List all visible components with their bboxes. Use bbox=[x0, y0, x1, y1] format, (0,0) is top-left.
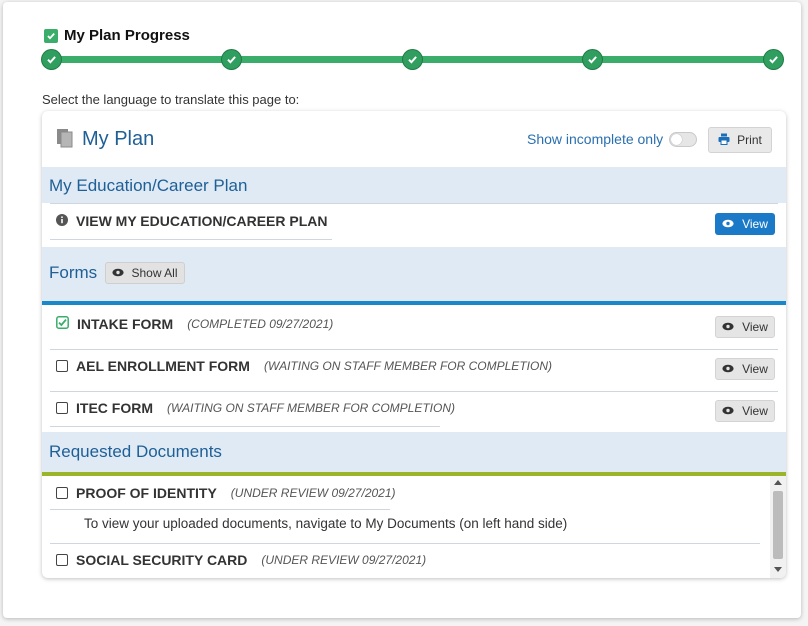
document-status: (UNDER REVIEW 09/27/2021) bbox=[261, 553, 427, 567]
progress-step-check-icon bbox=[403, 50, 422, 69]
education-plan-item: VIEW MY EDUCATION/CAREER PLAN bbox=[56, 213, 328, 229]
forms-section-title: Forms bbox=[49, 263, 98, 282]
eye-icon bbox=[112, 266, 125, 280]
form-status: (WAITING ON STAFF MEMBER FOR COMPLETION) bbox=[167, 401, 456, 415]
document-label: SOCIAL SECURITY CARD bbox=[76, 552, 248, 568]
progress-step-check-icon bbox=[222, 50, 241, 69]
documents-scrollbar[interactable] bbox=[770, 476, 786, 578]
view-intake-form-button[interactable]: View bbox=[715, 316, 775, 338]
forms-accent-bar bbox=[42, 301, 786, 305]
divider bbox=[50, 426, 440, 427]
my-plan-panel: My Plan Show incomplete only Print My Ed… bbox=[42, 111, 786, 578]
show-all-button[interactable]: Show All bbox=[105, 262, 185, 284]
education-section-header: My Education/Career Plan bbox=[42, 167, 786, 203]
progress-step-check-icon bbox=[42, 50, 61, 69]
document-label: PROOF OF IDENTITY bbox=[76, 485, 217, 501]
education-plan-label: VIEW MY EDUCATION/CAREER PLAN bbox=[76, 213, 328, 229]
translate-label: Select the language to translate this pa… bbox=[42, 92, 300, 107]
eye-icon bbox=[722, 404, 734, 418]
checked-box-icon bbox=[56, 316, 69, 332]
document-row-proof-of-identity: PROOF OF IDENTITY (UNDER REVIEW 09/27/20… bbox=[56, 485, 396, 501]
documents-section-title: Requested Documents bbox=[49, 442, 222, 461]
show-incomplete-toggle[interactable] bbox=[669, 132, 697, 147]
scroll-down-arrow-icon[interactable] bbox=[774, 567, 782, 572]
divider bbox=[50, 349, 778, 350]
view-ael-enrollment-form-button[interactable]: View bbox=[715, 358, 775, 380]
divider bbox=[50, 543, 760, 544]
checkbox[interactable] bbox=[56, 487, 68, 499]
documents-icon bbox=[55, 128, 75, 153]
document-status: (UNDER REVIEW 09/27/2021) bbox=[230, 486, 396, 500]
show-all-label: Show All bbox=[131, 266, 178, 280]
checkbox[interactable] bbox=[56, 360, 68, 372]
check-icon bbox=[44, 28, 58, 43]
scrollbar-thumb[interactable] bbox=[773, 491, 783, 559]
panel-title: My Plan bbox=[82, 128, 155, 150]
view-label: View bbox=[742, 320, 768, 334]
progress-step-check-icon bbox=[583, 50, 602, 69]
form-row-ael-enrollment: AEL ENROLLMENT FORM (WAITING ON STAFF ME… bbox=[56, 358, 552, 374]
view-label: View bbox=[742, 362, 768, 376]
documents-note: To view your uploaded documents, navigat… bbox=[84, 516, 568, 531]
info-icon bbox=[56, 213, 68, 229]
plan-progress-title: My Plan Progress bbox=[64, 27, 190, 44]
form-label: ITEC FORM bbox=[76, 400, 153, 416]
printer-icon bbox=[718, 133, 730, 148]
scroll-up-arrow-icon[interactable] bbox=[774, 480, 782, 485]
view-itec-form-button[interactable]: View bbox=[715, 400, 775, 422]
progress-step-check-icon bbox=[764, 50, 783, 69]
view-education-plan-button[interactable]: View bbox=[715, 213, 775, 235]
eye-icon bbox=[722, 217, 734, 231]
form-status: (WAITING ON STAFF MEMBER FOR COMPLETION) bbox=[263, 359, 552, 373]
form-row-itec: ITEC FORM (WAITING ON STAFF MEMBER FOR C… bbox=[56, 400, 455, 416]
form-row-intake: INTAKE FORM (COMPLETED 09/27/2021) bbox=[56, 316, 333, 332]
form-label: INTAKE FORM bbox=[77, 316, 174, 332]
view-label: View bbox=[742, 217, 768, 231]
divider bbox=[50, 391, 778, 392]
eye-icon bbox=[722, 320, 734, 334]
divider bbox=[50, 509, 390, 510]
view-label: View bbox=[742, 404, 768, 418]
show-incomplete-label: Show incomplete only bbox=[527, 131, 664, 147]
checkbox[interactable] bbox=[56, 554, 68, 566]
plan-progress-header: My Plan Progress bbox=[44, 27, 190, 44]
documents-accent-bar bbox=[42, 472, 786, 476]
documents-section-header: Requested Documents bbox=[42, 432, 786, 472]
divider bbox=[50, 239, 332, 240]
eye-icon bbox=[722, 362, 734, 376]
form-label: AEL ENROLLMENT FORM bbox=[76, 358, 250, 374]
print-button[interactable]: Print bbox=[708, 127, 772, 153]
panel-header: My Plan Show incomplete only Print bbox=[42, 111, 786, 167]
divider bbox=[50, 203, 778, 204]
checkbox[interactable] bbox=[56, 402, 68, 414]
form-status: (COMPLETED 09/27/2021) bbox=[187, 317, 334, 331]
document-row-social-security-card: SOCIAL SECURITY CARD (UNDER REVIEW 09/27… bbox=[56, 552, 426, 568]
print-label: Print bbox=[737, 133, 762, 147]
education-section-title: My Education/Career Plan bbox=[49, 176, 248, 195]
